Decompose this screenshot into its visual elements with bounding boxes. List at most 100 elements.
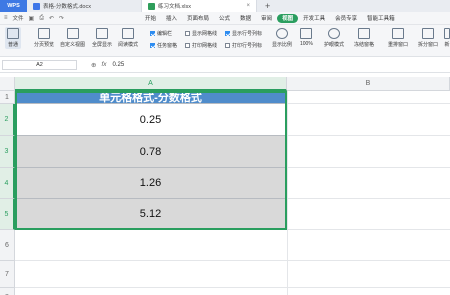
page-break-preview-button[interactable]: 分页预览 [34,28,54,48]
print-icon[interactable]: ⎙ [39,15,44,22]
checkbox-unchecked-icon [185,31,190,36]
menu-item-4[interactable]: 数据 [235,14,256,23]
cell-b4[interactable] [287,168,450,199]
new-window-icon [444,28,450,39]
cell-a4[interactable]: 1.26 [15,168,287,199]
cell-a1-header[interactable]: 单元格格式-分数格式 [15,91,287,104]
formula-bar: A2 ⊕ fx 0.25 [0,57,450,73]
row-header-1[interactable]: 1 [0,91,15,104]
row-header-8[interactable]: 8 [0,288,15,295]
zoom-formula-icon[interactable]: ⊕ [91,61,96,69]
name-box[interactable]: A2 [2,59,77,70]
row-header-7[interactable]: 7 [0,261,15,288]
formula-input[interactable]: 0.25 [113,62,125,68]
row-header-3[interactable]: 3 [0,136,15,168]
menu-item-7[interactable]: 开发工具 [298,14,330,23]
show-row-col-headers-checkbox[interactable]: 显示行号列标 [225,30,262,37]
spreadsheet-tab-label: 练习文档.xlsx [158,4,192,10]
empty-row-7[interactable] [15,261,450,288]
cell-a2[interactable]: 0.25 [15,104,287,136]
menu-bar: ≡ 文件 ▣ ⎙ ↶ ↷ 开始 插入 页面布局 公式 数据 审阅 视图 开发工具 会员专享 智能工… [0,12,450,25]
hamburger-icon[interactable]: ≡ [4,15,8,21]
fullscreen-button[interactable]: 全屏显示 [92,28,112,48]
print-row-col-headers-label: 打印行号列标 [232,43,263,49]
split-window-button[interactable]: 拆分窗口 [418,28,438,48]
document-tab[interactable]: 表格-分数格式.docx [27,0,142,12]
word-doc-icon [33,2,40,10]
view-ribbon: 普通 分页预览 自定义视图 全屏显示 阅读模式 编辑栏 任务窗格 显示网格线 打… [0,25,450,57]
zoom-100-icon [300,28,313,39]
menu-item-0[interactable]: 开始 [140,14,161,23]
custom-view-button[interactable]: 自定义视图 [60,28,85,48]
normal-view-button[interactable]: 普通 [5,27,21,49]
freeze-panes-icon [358,28,370,39]
custom-view-icon [66,28,79,39]
print-row-col-headers-checkbox[interactable]: 打印行号列标 [225,42,262,49]
cell-b2[interactable] [287,104,450,136]
task-pane-checkbox[interactable]: 任务窗格 [150,42,177,49]
menu-item-5[interactable]: 审阅 [256,14,277,23]
eye-protection-button[interactable]: 护眼模式 [324,28,344,48]
page-break-icon [38,28,50,39]
menu-item-3[interactable]: 公式 [214,14,235,23]
row-header-4[interactable]: 4 [0,168,15,199]
undo-icon[interactable]: ↶ [49,15,54,22]
cell-b3[interactable] [287,136,450,168]
new-window-label: 新 [444,42,450,48]
new-window-button[interactable]: 新 [444,28,450,48]
file-menu[interactable]: 文件 [13,14,24,22]
title-tab-bar: WPS 表格-分数格式.docx 练习文档.xlsx × + [0,0,450,12]
column-header-b[interactable]: B [287,77,450,91]
excel-sheet-icon [148,2,155,10]
checkbox-checked-icon [150,31,155,36]
fullscreen-icon [96,28,108,39]
select-all-corner[interactable] [0,77,15,91]
zoom-label: 显示比例 [272,42,293,48]
reading-mode-button[interactable]: 阅读模式 [118,28,138,48]
print-gridlines-label: 打印网格线 [192,43,218,49]
rearrange-windows-label: 重排窗口 [388,42,409,48]
cell-a5[interactable]: 5.12 [15,199,287,230]
row-header-2[interactable]: 2 [0,104,15,136]
normal-view-label: 普通 [7,42,18,48]
show-gridlines-checkbox[interactable]: 显示网格线 [185,30,217,37]
row-header-5[interactable]: 5 [0,199,15,230]
cell-b5[interactable] [287,199,450,230]
show-gridlines-label: 显示网格线 [192,31,218,37]
freeze-panes-button[interactable]: 冻结窗格 [354,28,374,48]
wps-label: WPS [7,3,20,9]
checkbox-unchecked-icon [185,43,190,48]
close-tab-icon[interactable]: × [246,3,250,9]
menu-item-8[interactable]: 会员专享 [330,14,362,23]
menu-item-2[interactable]: 页面布局 [182,14,214,23]
redo-icon[interactable]: ↷ [59,15,64,22]
menu-item-9[interactable]: 智能工具箱 [362,14,400,23]
edit-bar-label: 编辑栏 [157,31,173,37]
menu-item-6[interactable]: 视图 [277,13,299,23]
new-tab-button[interactable]: + [257,0,278,12]
print-gridlines-checkbox[interactable]: 打印网格线 [185,42,217,49]
wps-home-tab[interactable]: WPS [0,0,27,12]
checkbox-unchecked-icon [225,43,230,48]
document-tab-label: 表格-分数格式.docx [43,4,91,10]
save-icon[interactable]: ▣ [29,15,35,22]
rearrange-windows-button[interactable]: 重排窗口 [388,28,408,48]
empty-row-6[interactable] [15,230,450,261]
zoom-button[interactable]: 显示比例 [272,28,292,48]
eye-protection-label: 护眼模式 [324,42,345,48]
zoom-100-button[interactable]: 100% [300,28,313,47]
cell-a3[interactable]: 0.78 [15,136,287,168]
zoom-100-label: 100% [300,41,313,47]
edit-bar-checkbox[interactable]: 编辑栏 [150,30,172,37]
cell-b1[interactable] [287,91,450,104]
spreadsheet-tab[interactable]: 练习文档.xlsx × [142,0,257,12]
page-break-preview-label: 分页预览 [34,42,55,48]
show-row-col-headers-label: 显示行号列标 [232,31,263,37]
row-header-6[interactable]: 6 [0,230,15,261]
fx-icon[interactable]: fx [101,61,106,69]
menu-item-1[interactable]: 插入 [161,14,182,23]
eye-icon [328,28,340,39]
normal-view-icon [7,28,19,39]
magnifier-icon [276,28,288,39]
checkbox-checked-icon [150,43,155,48]
